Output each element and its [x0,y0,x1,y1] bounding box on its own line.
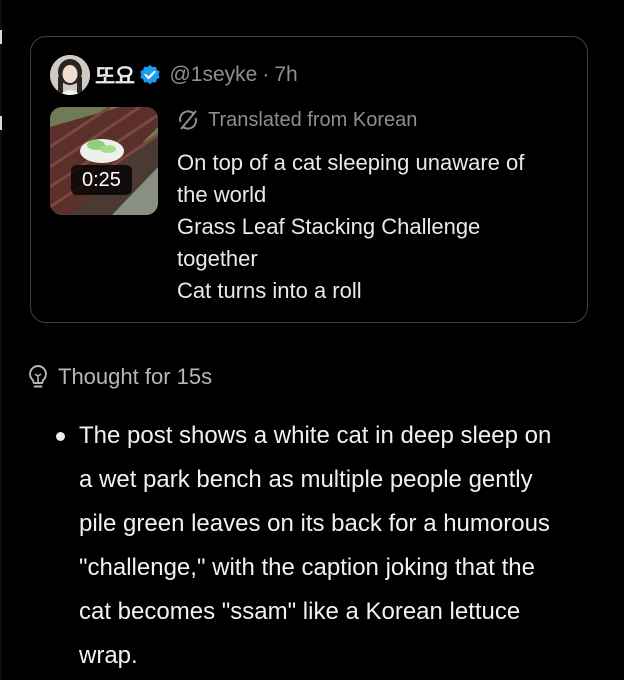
video-thumbnail[interactable]: 0:25 [50,107,158,215]
answer-line: wrap. [79,642,138,669]
thought-label: Thought for 15s [58,364,213,389]
translated-label[interactable]: Translated from Korean [176,108,417,132]
thought-toggle[interactable]: Thought for 15s [26,364,212,390]
quoted-tweet-card[interactable]: 또요 @1seyke · 7h 0:25 Translated from Kor… [30,36,588,323]
answer-line: a wet park bench as multiple people gent… [79,466,533,493]
display-name[interactable]: 또요 [95,59,135,91]
answer-line: pile green leaves on its back for a humo… [79,510,550,537]
verified-badge-icon [139,64,161,86]
tweet-text-line: together [177,246,258,271]
tweet-text: On top of a cat sleeping unaware of the … [177,147,577,307]
video-thumbnail-image [50,107,158,215]
answer-text: The post shows a white cat in deep sleep… [79,414,619,678]
translate-icon [179,110,197,130]
video-duration-badge: 0:25 [71,165,132,195]
separator-dot: · [262,63,270,86]
answer-line: The post shows a white cat in deep sleep… [79,422,552,449]
tweet-text-line: On top of a cat sleeping unaware of [177,150,525,175]
bullet-point [56,432,65,441]
window-edge [0,0,2,680]
tweet-header: 또요 @1seyke · 7h [50,55,298,95]
user-handle[interactable]: @1seyke [169,63,257,87]
window-edge-mark [0,30,2,44]
tweet-text-line: Cat turns into a roll [177,278,362,303]
window-edge-mark [0,116,2,130]
answer-line: cat becomes "ssam" like a Korean lettuce [79,598,521,625]
tweet-text-line: Grass Leaf Stacking Challenge [177,214,481,239]
tweet-text-line: the world [177,182,267,207]
translated-text: Translated from Korean [208,108,418,131]
avatar[interactable] [50,55,90,95]
answer-line: "challenge," with the caption joking tha… [79,554,535,581]
post-time[interactable]: 7h [274,63,297,87]
lightbulb-icon [29,365,47,388]
